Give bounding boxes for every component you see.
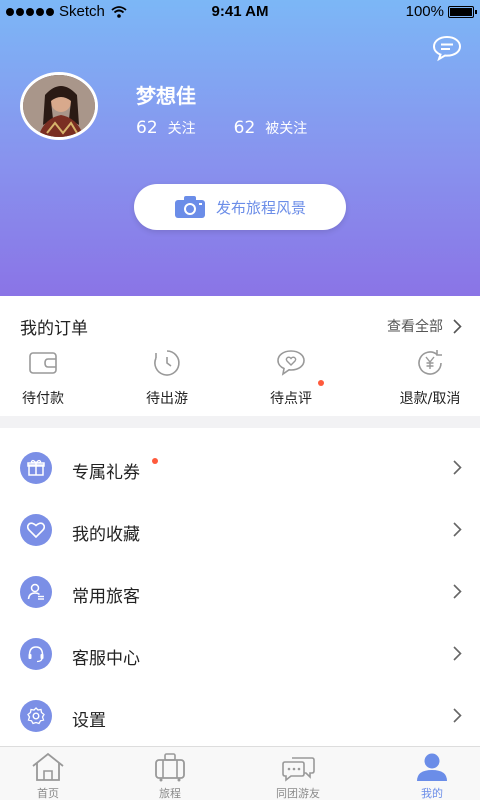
camera-icon [174, 196, 205, 218]
status-bar: Sketch 9:41 AM 100% [0, 0, 480, 24]
follow-stats: 62 关注 62 被关注 [136, 118, 345, 138]
menu-list: 专属礼券 我的收藏 常用旅客 客服中心 设置 [0, 428, 480, 746]
coupons-badge [152, 458, 158, 464]
menu-item-coupons-label: 专属礼券 [72, 463, 140, 483]
traveler-icon [20, 576, 52, 608]
tab-home[interactable]: 首页 [0, 751, 96, 800]
chevron-right-icon [453, 584, 462, 599]
followers-count[interactable]: 62 [234, 118, 256, 138]
avatar-portrait [23, 75, 95, 137]
menu-item-favorites-label: 我的收藏 [72, 525, 140, 545]
avatar[interactable] [20, 72, 98, 140]
clock-icon [154, 350, 180, 376]
following-count[interactable]: 62 [136, 118, 158, 138]
order-refund-label: 退款/取消 [399, 391, 461, 407]
tab-mine-label: 我的 [421, 787, 443, 800]
gift-icon [20, 452, 52, 484]
battery-percent: 100% [405, 3, 444, 20]
publish-trip-label: 发布旅程风景 [215, 198, 306, 217]
menu-item-customer-service[interactable]: 客服中心 [0, 628, 480, 690]
message-icon[interactable] [432, 34, 462, 62]
followers-label[interactable]: 被关注 [265, 118, 307, 138]
chevron-right-icon [453, 318, 462, 334]
order-pending-review-label: 待点评 [270, 391, 312, 407]
battery-icon [448, 5, 477, 18]
order-pending-payment-label: 待付款 [22, 391, 64, 407]
luggage-icon [155, 753, 185, 782]
tab-home-label: 首页 [37, 787, 59, 800]
following-label[interactable]: 关注 [168, 118, 196, 138]
heart-icon [20, 514, 52, 546]
menu-item-settings[interactable]: 设置 [0, 690, 480, 752]
order-refund[interactable]: 退款/取消 [380, 348, 480, 408]
battery-status: 100% [405, 3, 477, 20]
chevron-right-icon [453, 522, 462, 537]
bottom-tab-bar: 首页 旅程 同团游友 我的 [0, 746, 480, 800]
menu-item-settings-label: 设置 [72, 711, 106, 731]
order-pending-trip[interactable]: 待出游 [122, 348, 212, 408]
chat-icon [282, 757, 315, 782]
review-badge [318, 380, 324, 386]
headset-icon [20, 638, 52, 670]
order-pending-review[interactable]: 待点评 [246, 348, 336, 408]
chevron-right-icon [453, 646, 462, 661]
menu-item-customer-service-label: 客服中心 [72, 649, 140, 669]
tab-travel-mates[interactable]: 同团游友 [250, 751, 346, 800]
tab-trips-label: 旅程 [159, 787, 181, 800]
order-pending-trip-label: 待出游 [146, 391, 188, 407]
home-icon [32, 752, 64, 781]
wallet-icon [29, 352, 57, 374]
tab-trips[interactable]: 旅程 [122, 751, 218, 800]
tab-travel-mates-label: 同团游友 [276, 787, 320, 800]
menu-item-coupons[interactable]: 专属礼券 [0, 442, 480, 504]
orders-section: 我的订单 查看全部 待付款 待出游 待点评 退款/取消 [0, 296, 480, 416]
tab-mine[interactable]: 我的 [384, 751, 480, 800]
menu-item-travelers[interactable]: 常用旅客 [0, 566, 480, 628]
heart-chat-icon [277, 350, 305, 376]
publish-trip-button[interactable]: 发布旅程风景 [134, 184, 346, 230]
chevron-right-icon [453, 460, 462, 475]
chevron-right-icon [453, 708, 462, 723]
orders-title: 我的订单 [20, 319, 88, 339]
profile-header: Sketch 9:41 AM 100% 梦想佳 62 关注 62 被关注 发布旅… [0, 0, 480, 296]
menu-item-favorites[interactable]: 我的收藏 [0, 504, 480, 566]
order-pending-payment[interactable]: 待付款 [0, 348, 88, 408]
view-all-label: 查看全部 [387, 319, 443, 335]
menu-item-travelers-label: 常用旅客 [72, 587, 140, 607]
view-all-orders-link[interactable]: 查看全部 [387, 316, 462, 336]
username: 梦想佳 [136, 84, 196, 108]
refund-yen-icon [418, 350, 442, 375]
settings-icon [20, 700, 52, 732]
user-icon [417, 753, 447, 781]
